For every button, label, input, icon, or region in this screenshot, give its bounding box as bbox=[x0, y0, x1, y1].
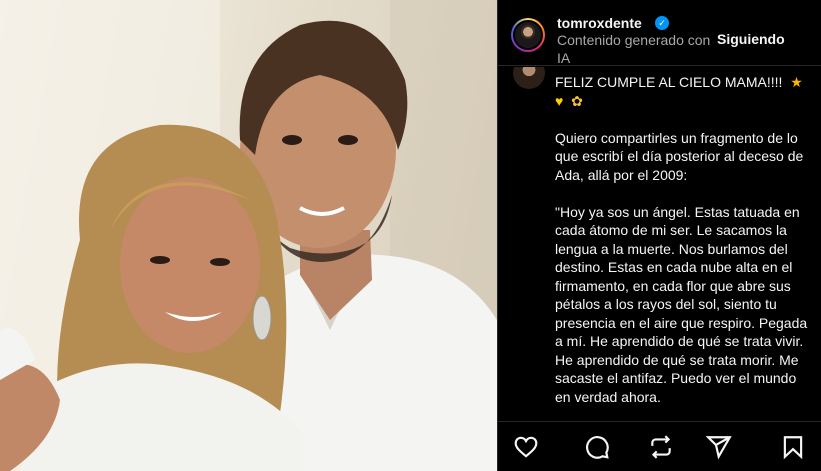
author-username[interactable]: tomroxdente bbox=[557, 15, 642, 31]
caption-scroll-area[interactable]: FELIZ CUMPLE AL CIELO MAMA!!!! ★ ♥ ✿ Qui… bbox=[498, 67, 821, 421]
post-action-bar bbox=[498, 421, 821, 471]
instagram-post: tomroxdente ✓ Contenido generado con IA … bbox=[0, 0, 821, 471]
avatar-photo bbox=[513, 20, 543, 50]
star-emoji-icon: ★ bbox=[790, 74, 803, 90]
verified-badge-icon: ✓ bbox=[655, 16, 669, 30]
post-header: tomroxdente ✓ Contenido generado con IA … bbox=[498, 0, 821, 66]
photo-illustration bbox=[0, 0, 497, 471]
ai-generated-label: Contenido generado con IA bbox=[557, 32, 711, 66]
yellow-heart-emoji-icon: ♥ bbox=[555, 92, 564, 109]
post-photo[interactable] bbox=[0, 0, 497, 471]
following-button[interactable]: Siguiendo bbox=[717, 31, 785, 47]
blossom-emoji-icon: ✿ bbox=[571, 92, 583, 109]
repost-icon[interactable] bbox=[648, 434, 674, 460]
caption-paragraph-2: "Hoy ya sos un ángel. Estas tatuada en c… bbox=[555, 203, 812, 405]
author-avatar[interactable] bbox=[511, 18, 545, 52]
post-caption: FELIZ CUMPLE AL CIELO MAMA!!!! ★ ♥ ✿ Qui… bbox=[555, 73, 813, 421]
comment-icon[interactable] bbox=[584, 434, 610, 460]
send-icon[interactable] bbox=[705, 434, 732, 460]
post-sidebar: tomroxdente ✓ Contenido generado con IA … bbox=[497, 0, 821, 471]
heart-icon[interactable] bbox=[513, 434, 539, 460]
caption-headline-line: FELIZ CUMPLE AL CIELO MAMA!!!! ★ ♥ ✿ bbox=[555, 73, 813, 110]
caption-paragraph-1: Quiero compartirles un fragmento de lo q… bbox=[555, 129, 807, 183]
bookmark-icon[interactable] bbox=[780, 434, 806, 460]
caption-author-avatar[interactable] bbox=[513, 67, 545, 89]
caption-headline: FELIZ CUMPLE AL CIELO MAMA!!!! bbox=[555, 74, 783, 90]
